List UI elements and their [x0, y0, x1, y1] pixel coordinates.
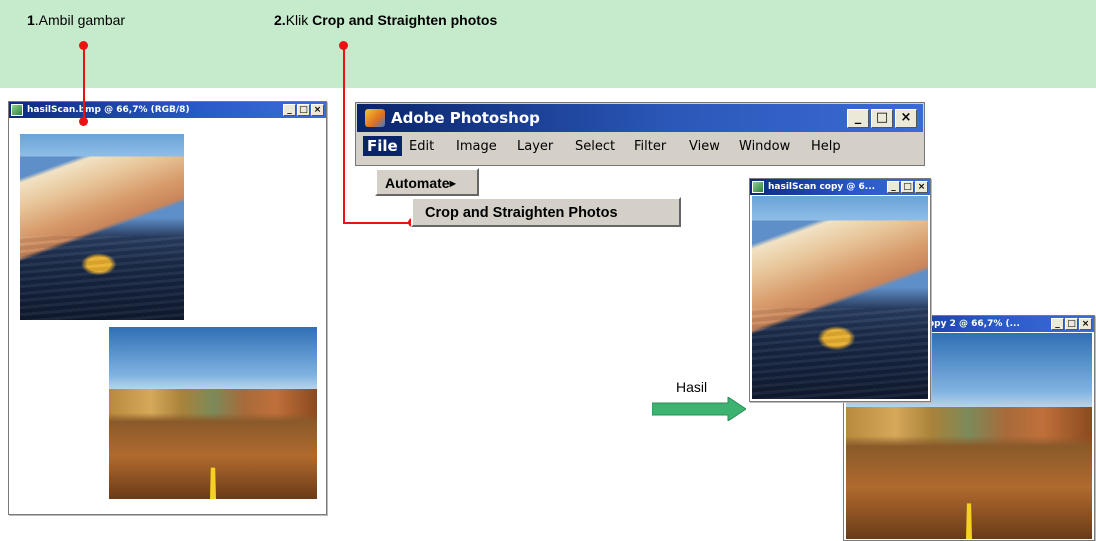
menu-layer[interactable]: Layer: [517, 139, 553, 154]
menu-image[interactable]: Image: [456, 139, 497, 154]
automate-label: Automate: [385, 175, 450, 191]
minimize-icon[interactable]: _: [847, 109, 869, 128]
maximize-icon[interactable]: □: [901, 181, 914, 193]
photoshop-window[interactable]: Adobe Photoshop _ □ × File Edit Image La…: [355, 102, 925, 166]
result-photo-kayak: [752, 196, 928, 399]
menu-file[interactable]: File: [363, 136, 402, 156]
document-icon: [752, 181, 764, 193]
source-window-titlebar[interactable]: hasilScan.bmp @ 66,7% (RGB/8) _ □ ×: [9, 102, 326, 118]
result-window-copy-1[interactable]: hasilScan copy @ 6... _ □ ×: [749, 178, 931, 402]
menu-bar: File Edit Image Layer Select Filter View…: [357, 133, 923, 161]
copy1-titlebar[interactable]: hasilScan copy @ 6... _ □ ×: [750, 179, 930, 195]
source-window-title: hasilScan.bmp @ 66,7% (RGB/8): [27, 105, 190, 115]
menu-view[interactable]: View: [689, 139, 720, 154]
scanned-photo-road: [109, 327, 317, 499]
photoshop-titlebar[interactable]: Adobe Photoshop _ □ ×: [357, 104, 923, 132]
document-icon: [11, 104, 23, 116]
close-icon[interactable]: ×: [895, 109, 917, 128]
callout-dot-1-top: [79, 41, 88, 50]
crop-and-straighten-label: Crop and Straighten Photos: [425, 205, 618, 221]
menu-filter[interactable]: Filter: [634, 139, 666, 154]
menu-edit[interactable]: Edit: [409, 139, 434, 154]
menu-help[interactable]: Help: [811, 139, 841, 154]
photoshop-title: Adobe Photoshop: [391, 109, 540, 127]
copy2-title: opy 2 @ 66,7% (...: [928, 319, 1020, 329]
submenu-arrow-icon: ▶: [449, 179, 456, 188]
minimize-icon[interactable]: _: [1051, 318, 1064, 330]
menu-window[interactable]: Window: [739, 139, 790, 154]
close-icon[interactable]: ×: [915, 181, 928, 193]
copy1-title: hasilScan copy @ 6...: [768, 182, 876, 192]
minimize-icon[interactable]: _: [283, 104, 296, 116]
menu-select[interactable]: Select: [575, 139, 615, 154]
close-icon[interactable]: ×: [1079, 318, 1092, 330]
crop-and-straighten-menu-item[interactable]: Crop and Straighten Photos: [411, 197, 681, 227]
maximize-icon[interactable]: □: [297, 104, 310, 116]
scanned-photo-kayak: [20, 134, 184, 320]
close-icon[interactable]: ×: [311, 104, 324, 116]
step-1-label: 1.Ambil gambar: [27, 12, 126, 28]
callout-line-2-vertical: [343, 46, 345, 223]
callout-dot-2-top: [339, 41, 348, 50]
callout-line-1: [83, 46, 85, 122]
result-label: Hasil: [676, 379, 708, 395]
instruction-banner: [0, 0, 1096, 88]
photoshop-logo-icon: [365, 109, 385, 127]
source-image-window[interactable]: hasilScan.bmp @ 66,7% (RGB/8) _ □ ×: [8, 101, 327, 515]
minimize-icon[interactable]: _: [887, 181, 900, 193]
callout-line-2-horizontal: [343, 222, 413, 224]
maximize-icon[interactable]: □: [1065, 318, 1078, 330]
maximize-icon[interactable]: □: [871, 109, 893, 128]
step-2-label: 2.Klik Crop and Straighten photos: [274, 12, 498, 28]
automate-menu-item[interactable]: Automate▶: [375, 168, 479, 196]
callout-dot-1-bottom: [79, 117, 88, 126]
right-arrow-icon: [652, 397, 746, 421]
